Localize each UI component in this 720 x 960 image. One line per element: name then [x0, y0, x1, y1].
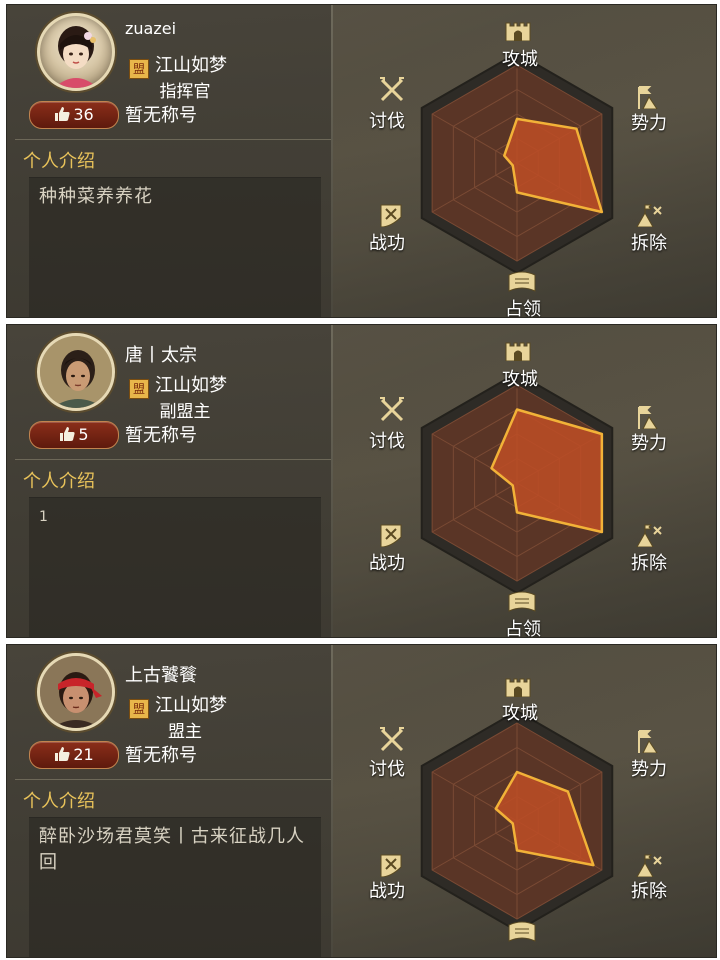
castle-icon	[505, 339, 531, 365]
influence-label: 势力	[631, 433, 667, 454]
shield-banner-icon	[379, 203, 403, 231]
player-card: 36 zuazei 盟江山如梦 指挥官 暂无称号 个人介绍 种种菜养养花 攻城 …	[6, 4, 717, 318]
crossed-swords-icon	[379, 727, 405, 757]
attack-city-label: 攻城	[502, 369, 538, 390]
crusade-label: 讨伐	[369, 111, 405, 132]
radar-chart	[420, 371, 614, 595]
merit-label: 战功	[369, 233, 405, 254]
influence-label: 势力	[631, 113, 667, 134]
crossed-swords-icon	[379, 77, 405, 107]
scroll-map-icon	[507, 591, 537, 617]
player-card: 21 上古饕餮 盟江山如梦 盟主 暂无称号 个人介绍 醉卧沙场君莫笑丨古来征战几…	[6, 644, 717, 958]
shield-banner-icon	[379, 523, 403, 551]
castle-icon	[505, 675, 531, 701]
attack-city-label: 攻城	[502, 703, 538, 724]
flag-tower-icon	[635, 729, 661, 757]
radar-chart	[420, 51, 614, 275]
influence-label: 势力	[631, 759, 667, 780]
attack-city-label: 攻城	[502, 49, 538, 70]
scroll-map-icon	[507, 921, 537, 947]
demolish-label: 拆除	[631, 233, 667, 254]
demolish-icon	[635, 523, 663, 551]
radar-chart	[420, 709, 614, 933]
merit-label: 战功	[369, 553, 405, 574]
merit-label: 战功	[369, 881, 405, 902]
player-card: 5 唐丨太宗 盟江山如梦 副盟主 暂无称号 个人介绍 1 攻城 势力 拆除 占领…	[6, 324, 717, 638]
scroll-map-icon	[507, 271, 537, 297]
crossed-swords-icon	[379, 397, 405, 427]
demolish-label: 拆除	[631, 553, 667, 574]
crusade-label: 讨伐	[369, 759, 405, 780]
demolish-label: 拆除	[631, 881, 667, 902]
occupy-label: 占领	[505, 299, 541, 318]
demolish-icon	[635, 203, 663, 231]
castle-icon	[505, 19, 531, 45]
occupy-label: 占领	[505, 619, 541, 638]
crusade-label: 讨伐	[369, 431, 405, 452]
